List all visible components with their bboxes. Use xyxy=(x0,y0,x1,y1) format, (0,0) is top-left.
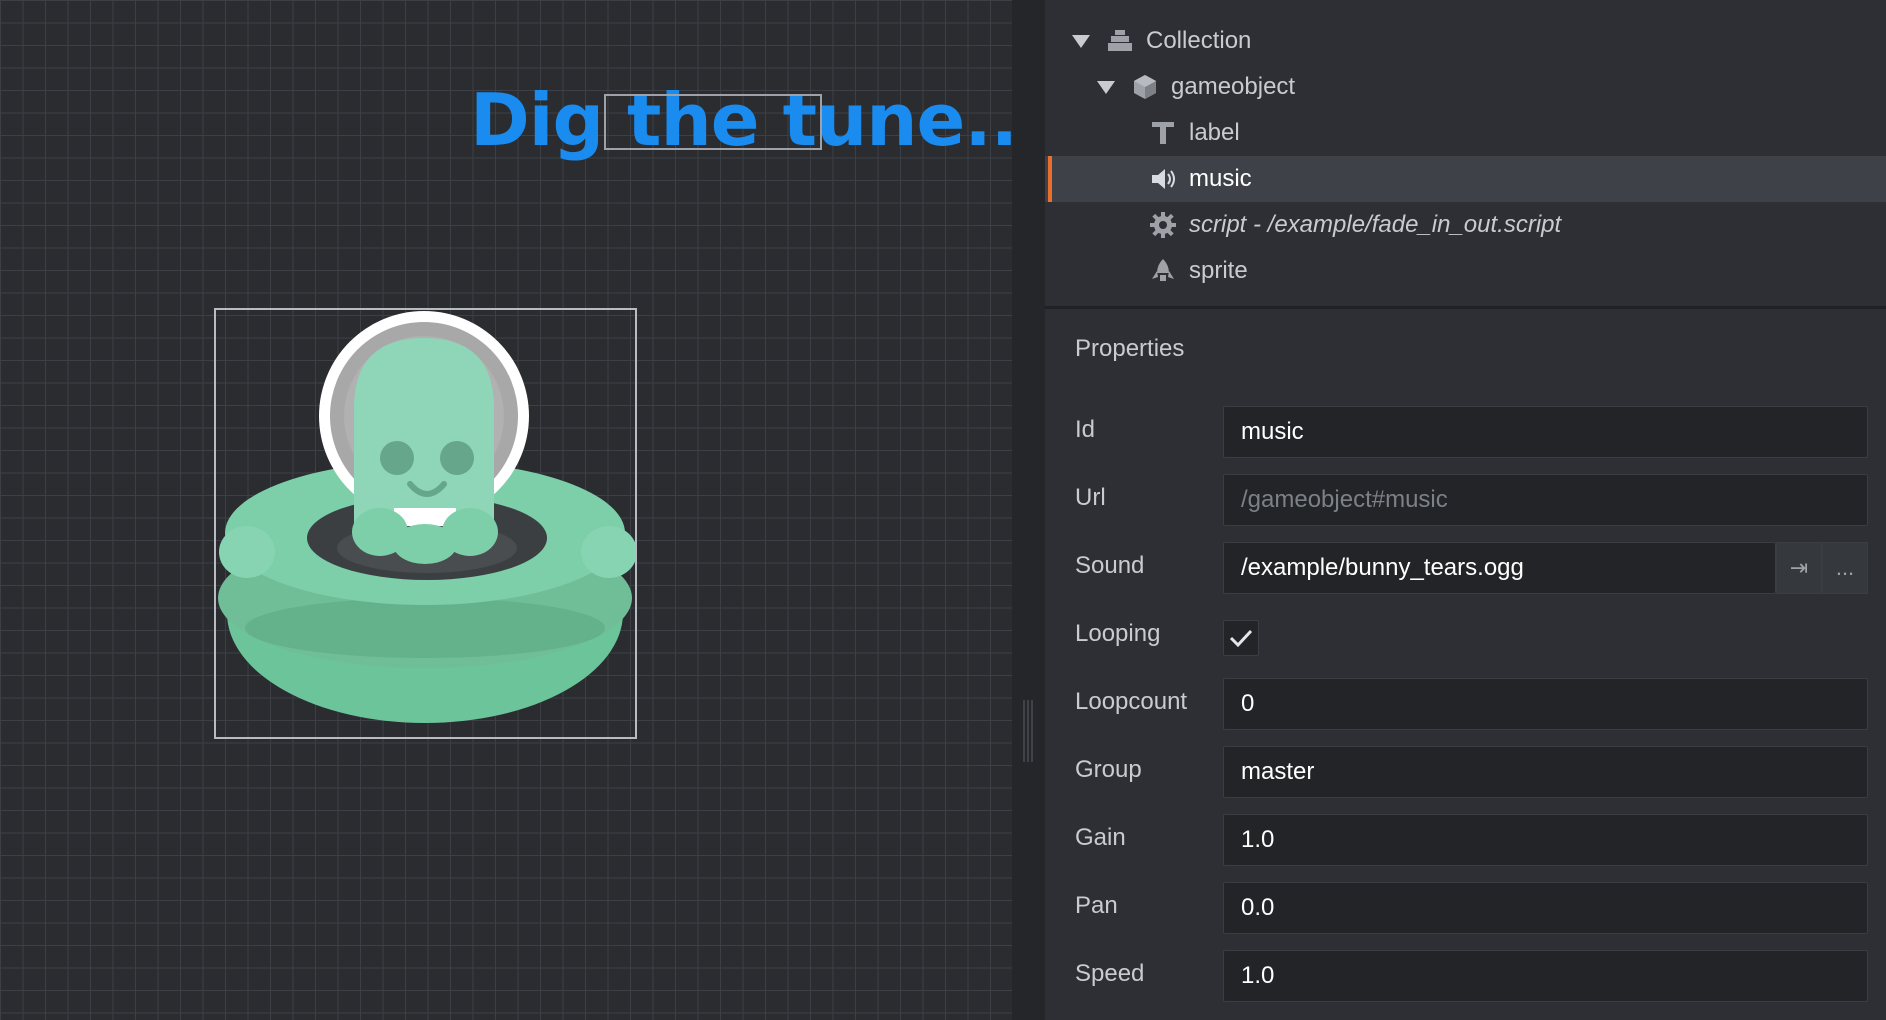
tree-item-collection[interactable]: Collection xyxy=(1045,18,1886,64)
sound-value: /example/bunny_tears.ogg xyxy=(1241,554,1524,581)
speed-label: Speed xyxy=(1075,960,1145,987)
group-label: Group xyxy=(1075,756,1142,783)
gain-field[interactable]: 1.0 xyxy=(1223,814,1868,866)
properties-title: Properties xyxy=(1075,335,1185,362)
url-field[interactable]: /gameobject#music xyxy=(1223,474,1868,526)
url-value: /gameobject#music xyxy=(1241,486,1448,513)
label-selection-box xyxy=(604,94,822,150)
tree-item-label: label xyxy=(1189,119,1240,146)
expand-toggle-icon[interactable] xyxy=(1097,80,1115,94)
group-field[interactable]: master xyxy=(1223,746,1868,798)
id-label: Id xyxy=(1075,416,1096,443)
tree-item-music[interactable]: music xyxy=(1045,156,1886,202)
properties-panel: Properties Id music Url /gameobject#musi… xyxy=(1045,309,1886,1020)
pan-value: 0.0 xyxy=(1241,894,1275,921)
tree-item-sprite[interactable]: sprite xyxy=(1045,248,1886,294)
panel-splitter[interactable] xyxy=(1012,0,1045,1020)
gain-value: 1.0 xyxy=(1241,826,1275,853)
loopcount-label: Loopcount xyxy=(1075,688,1188,715)
checkmark-icon xyxy=(1229,629,1253,648)
gear-icon xyxy=(1149,211,1177,239)
pan-label: Pan xyxy=(1075,892,1118,919)
browse-resource-button[interactable]: ... xyxy=(1822,542,1868,594)
splitter-grip-icon[interactable] xyxy=(1023,700,1033,762)
scene-viewport[interactable]: Dig the tune... xyxy=(0,0,1012,1020)
tree-item-label: script - /example/fade_in_out.script xyxy=(1189,211,1562,238)
speed-field[interactable]: 1.0 xyxy=(1223,950,1868,1002)
sound-field[interactable]: /example/bunny_tears.ogg xyxy=(1223,542,1776,594)
tree-item-label: sprite xyxy=(1189,257,1248,284)
tree-item-label: music xyxy=(1189,165,1252,192)
group-value: master xyxy=(1241,758,1315,785)
tree-item-script[interactable]: script - /example/fade_in_out.script xyxy=(1045,202,1886,248)
sprite-selection-box xyxy=(214,308,637,739)
sound-label: Sound xyxy=(1075,552,1145,579)
looping-checkbox[interactable] xyxy=(1223,620,1259,656)
tree-item-label: gameobject xyxy=(1171,73,1296,100)
gain-label: Gain xyxy=(1075,824,1126,851)
speaker-icon xyxy=(1149,165,1177,193)
outline-panel: Collection gameobject label music script… xyxy=(1045,0,1886,306)
tree-item-gameobject[interactable]: gameobject xyxy=(1045,64,1886,110)
looping-label: Looping xyxy=(1075,620,1161,647)
speed-value: 1.0 xyxy=(1241,962,1275,989)
expand-toggle-icon[interactable] xyxy=(1072,34,1090,48)
loopcount-field[interactable]: 0 xyxy=(1223,678,1868,730)
text-icon xyxy=(1149,119,1177,147)
right-panel: Collection gameobject label music script… xyxy=(1045,0,1886,1020)
id-value: music xyxy=(1241,418,1304,445)
url-label: Url xyxy=(1075,484,1106,511)
tree-item-label: Collection xyxy=(1146,27,1252,54)
sprite-icon xyxy=(1149,257,1177,285)
open-resource-button[interactable]: ⇥ xyxy=(1776,542,1822,594)
pan-field[interactable]: 0.0 xyxy=(1223,882,1868,934)
tree-item-label-component[interactable]: label xyxy=(1045,110,1886,156)
gameobject-icon xyxy=(1131,73,1159,101)
id-field[interactable]: music xyxy=(1223,406,1868,458)
collection-icon xyxy=(1106,27,1134,55)
loopcount-value: 0 xyxy=(1241,690,1255,717)
